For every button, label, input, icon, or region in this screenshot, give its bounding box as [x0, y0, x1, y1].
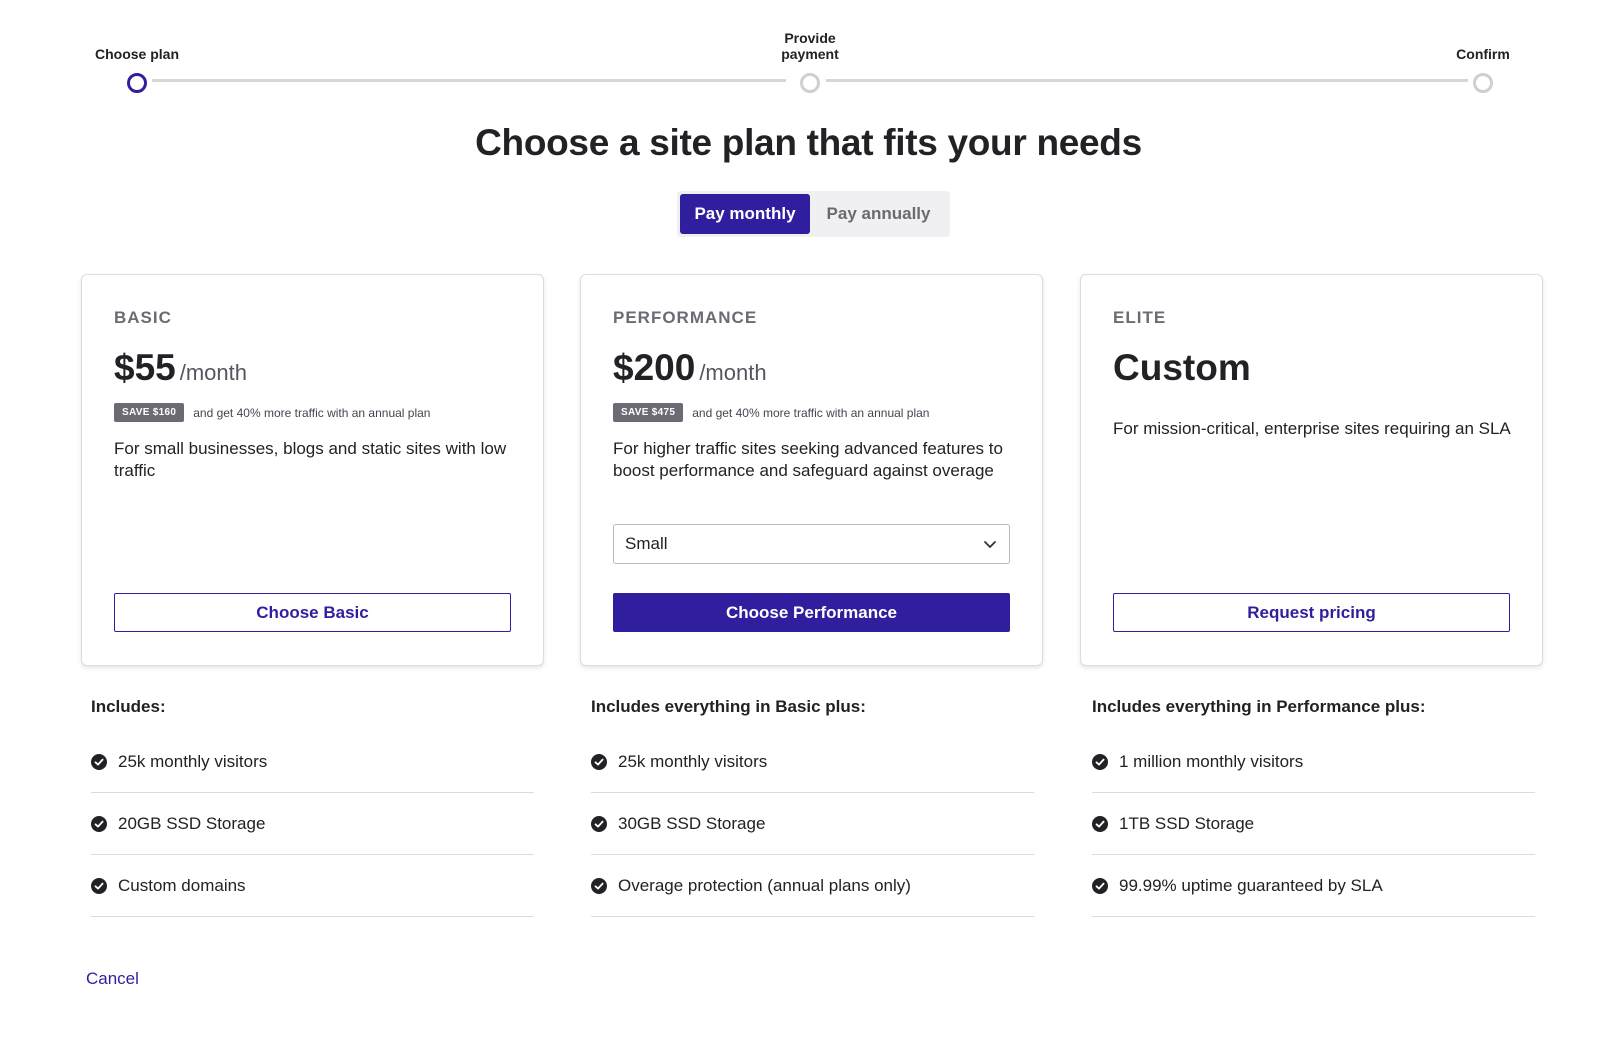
- includes-basic: Includes: 25k monthly visitors 20GB SSD …: [91, 697, 534, 917]
- includes-title: Includes:: [91, 697, 166, 716]
- step-connector: [152, 79, 786, 82]
- choose-basic-button[interactable]: Choose Basic: [114, 593, 511, 632]
- check-circle-icon: [91, 753, 107, 770]
- plan-price: $55: [114, 347, 176, 388]
- feature-item: 25k monthly visitors: [591, 731, 1034, 793]
- request-pricing-button[interactable]: Request pricing: [1113, 593, 1510, 632]
- chevron-down-icon: [984, 541, 996, 548]
- feature-item: 30GB SSD Storage: [591, 793, 1034, 855]
- check-circle-icon: [1092, 815, 1108, 832]
- check-circle-icon: [91, 815, 107, 832]
- pay-annually-button[interactable]: Pay annually: [810, 194, 947, 234]
- includes-elite: Includes everything in Performance plus:…: [1092, 697, 1535, 917]
- feature-label: 20GB SSD Storage: [118, 813, 266, 833]
- savings-badge: SAVE $160: [114, 403, 185, 422]
- check-circle-icon: [91, 877, 107, 894]
- step-label-choose-plan: Choose plan: [94, 46, 179, 62]
- price-period: /month: [179, 360, 247, 385]
- feature-label: 25k monthly visitors: [618, 751, 768, 771]
- plan-card-elite: ELITE Custom For mission-critical, enter…: [1080, 274, 1543, 666]
- billing-toggle: Pay monthly Pay annually: [677, 191, 950, 237]
- step-label-confirm: Confirm: [1456, 46, 1510, 62]
- feature-item: 1 million monthly visitors: [1092, 731, 1535, 793]
- plan-selection-page: Choose plan Provide payment Confirm Choo…: [0, 0, 1617, 1063]
- includes-title: Includes everything in Performance plus:: [1092, 697, 1426, 716]
- feature-label: 1TB SSD Storage: [1119, 813, 1255, 833]
- plan-tier: BASIC: [114, 308, 172, 327]
- feature-label: 99.99% uptime guaranteed by SLA: [1119, 875, 1383, 895]
- savings-row: SAVE $475 and get 40% more traffic with …: [613, 403, 929, 422]
- feature-item: 20GB SSD Storage: [91, 793, 534, 855]
- plan-description: For mission-critical, enterprise sites r…: [1113, 419, 1511, 438]
- page-title: Choose a site plan that fits your needs: [475, 122, 1142, 163]
- plan-price: $200: [613, 347, 696, 388]
- step-label-provide-payment: Provide payment: [781, 30, 839, 62]
- feature-label: Custom domains: [118, 875, 246, 895]
- size-select[interactable]: Small: [613, 524, 1010, 564]
- plan-tier: PERFORMANCE: [613, 308, 758, 327]
- progress-stepper: Choose plan Provide payment Confirm: [0, 0, 1617, 110]
- plan-card-basic: BASIC $55 /month SAVE $160 and get 40% m…: [81, 274, 544, 666]
- savings-row: SAVE $160 and get 40% more traffic with …: [114, 403, 430, 422]
- size-select-value: Small: [625, 534, 668, 553]
- feature-item: Custom domains: [91, 855, 534, 917]
- plan-card-performance: PERFORMANCE $200 /month SAVE $475 and ge…: [580, 274, 1043, 666]
- check-circle-icon: [1092, 753, 1108, 770]
- check-circle-icon: [1092, 877, 1108, 894]
- pay-monthly-button[interactable]: Pay monthly: [680, 194, 810, 234]
- savings-badge: SAVE $475: [613, 403, 684, 422]
- check-circle-icon: [591, 815, 607, 832]
- includes-title: Includes everything in Basic plus:: [591, 697, 866, 716]
- feature-label: 1 million monthly visitors: [1119, 751, 1304, 771]
- feature-item: 25k monthly visitors: [91, 731, 534, 793]
- includes-performance: Includes everything in Basic plus: 25k m…: [591, 697, 1034, 917]
- price-row: Custom: [1113, 347, 1251, 389]
- step-indicator-provide-payment: [800, 73, 820, 93]
- feature-item: 1TB SSD Storage: [1092, 793, 1535, 855]
- price-period: /month: [699, 360, 767, 385]
- feature-label: 30GB SSD Storage: [618, 813, 766, 833]
- check-circle-icon: [591, 877, 607, 894]
- step-indicator-choose-plan: [127, 73, 147, 93]
- savings-note: and get 40% more traffic with an annual …: [692, 405, 930, 420]
- feature-label: 25k monthly visitors: [118, 751, 268, 771]
- feature-item: Overage protection (annual plans only): [591, 855, 1034, 917]
- plan-tier: ELITE: [1113, 308, 1167, 327]
- savings-note: and get 40% more traffic with an annual …: [193, 405, 431, 420]
- cancel-link[interactable]: Cancel: [86, 969, 139, 989]
- plan-price: Custom: [1113, 347, 1251, 388]
- choose-performance-button[interactable]: Choose Performance: [613, 593, 1010, 632]
- feature-item: 99.99% uptime guaranteed by SLA: [1092, 855, 1535, 917]
- check-circle-icon: [591, 753, 607, 770]
- plan-description: For higher traffic sites seeking advance…: [613, 439, 1003, 480]
- plan-description: For small businesses, blogs and static s…: [114, 439, 507, 480]
- price-row: $55 /month: [114, 347, 247, 389]
- step-indicator-confirm: [1473, 73, 1493, 93]
- price-row: $200 /month: [613, 347, 767, 389]
- step-connector: [826, 79, 1468, 82]
- feature-label: Overage protection (annual plans only): [618, 875, 911, 895]
